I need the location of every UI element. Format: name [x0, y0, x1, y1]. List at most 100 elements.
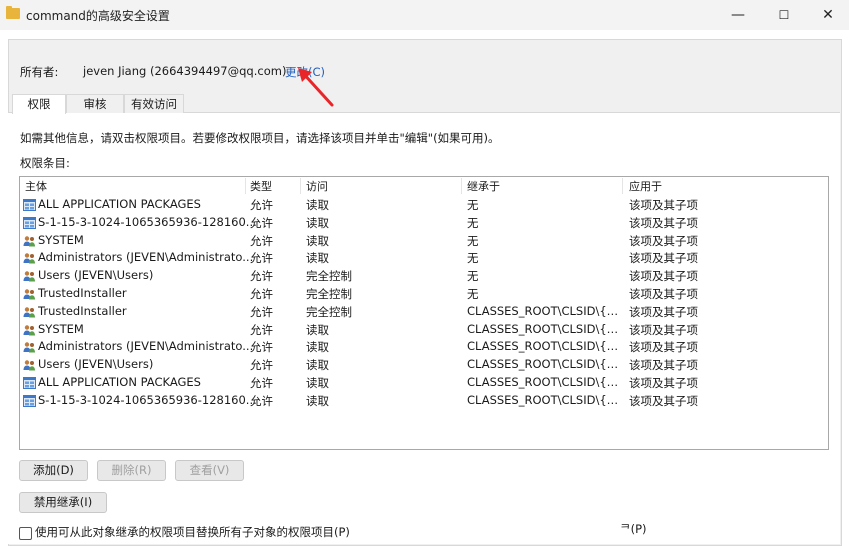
row-access: 完全控制: [306, 304, 352, 319]
disable-inheritance-button[interactable]: 禁用继承(I): [19, 492, 107, 513]
add-button[interactable]: 添加(D): [19, 460, 88, 481]
owner-value: jeven Jiang (2664394497@qq.com): [83, 64, 287, 78]
title-bar: command的高级安全设置 — ☐ ✕: [0, 0, 849, 30]
tab-effective-access[interactable]: 有效访问: [124, 94, 184, 113]
maximize-button[interactable]: ☐: [761, 0, 807, 30]
row-access: 读取: [306, 376, 329, 390]
row-inherited-from: 无: [467, 233, 479, 248]
column-inherited-from[interactable]: 继承于: [467, 178, 500, 194]
remove-button[interactable]: 删除(R): [97, 460, 166, 481]
partial-text: ᄏ(P): [620, 522, 647, 536]
row-access: 完全控制: [306, 269, 352, 284]
permission-row[interactable]: S-1-15-3-1024-1065365936-128160... 允许 读取 CL…: [20, 392, 826, 410]
row-applies-to: 该项及其子项: [629, 304, 698, 319]
info-text: 如需其他信息，请双击权限项目。若要修改权限项目，请选择该项目并单击"编辑"(如果…: [20, 131, 500, 145]
row-principal: Users (JEVEN\Users): [38, 268, 154, 283]
row-principal: SYSTEM: [38, 232, 84, 247]
row-applies-to: 该项及其子项: [629, 269, 698, 284]
row-access: 读取: [306, 198, 329, 212]
row-access: 读取: [306, 322, 329, 337]
permission-row[interactable]: ALL APPLICATION PACKAGES 允许 读取 无 该项及其子项: [20, 196, 826, 214]
row-principal: S-1-15-3-1024-1065365936-128160...: [38, 392, 257, 407]
owner-label: 所有者:: [20, 65, 59, 79]
row-access: 读取: [306, 251, 329, 266]
row-applies-to: 该项及其子项: [629, 358, 698, 373]
row-type: 允许: [250, 322, 273, 337]
permission-row[interactable]: SYSTEM 允许 读取 无 该项及其子项: [20, 232, 826, 250]
row-type: 允许: [250, 340, 273, 355]
permission-row[interactable]: ALL APPLICATION PACKAGES 允许 读取 CLASSES_ROOT…: [20, 374, 826, 392]
row-access: 读取: [306, 340, 329, 355]
row-principal: SYSTEM: [38, 321, 84, 336]
row-inherited-from: CLASSES_ROOT\CLSID\{52...: [467, 392, 621, 407]
row-inherited-from: 无: [467, 287, 479, 301]
permission-row[interactable]: TrustedInstaller 允许 完全控制 CLASSES_ROOT\CLSID…: [20, 303, 826, 321]
row-inherited-from: CLASSES_ROOT\CLSID\{52...: [467, 303, 621, 318]
close-button[interactable]: ✕: [805, 0, 849, 30]
row-applies-to: 该项及其子项: [629, 287, 698, 301]
row-type: 允许: [250, 233, 273, 248]
permission-row[interactable]: Users (JEVEN\Users) 允许 读取 CLASSES_ROOT\CLSI…: [20, 356, 826, 374]
entries-label: 权限条目:: [20, 156, 70, 170]
row-inherited-from: 无: [467, 198, 479, 212]
row-principal: Administrators (JEVEN\Administrato...: [38, 339, 254, 354]
app-packages-icon: [23, 377, 36, 389]
permission-row[interactable]: SYSTEM 允许 读取 CLASSES_ROOT\CLSID\{52... 该项及其子…: [20, 321, 826, 339]
row-applies-to: 该项及其子项: [629, 198, 698, 212]
column-applies-to[interactable]: 应用于: [629, 178, 662, 194]
row-type: 允许: [250, 198, 273, 212]
users-icon: [23, 307, 35, 318]
row-inherited-from: CLASSES_ROOT\CLSID\{52...: [467, 357, 621, 372]
users-icon: [23, 324, 35, 336]
row-applies-to: 该项及其子项: [629, 340, 698, 355]
window-title: command的高级安全设置: [26, 9, 170, 23]
users-icon: [23, 360, 35, 371]
users-icon: [23, 253, 35, 264]
row-applies-to: 该项及其子项: [629, 251, 698, 266]
permission-row[interactable]: S-1-15-3-1024-1065365936-128160... 允许 读取 无 该…: [20, 214, 826, 232]
minimize-button[interactable]: —: [715, 0, 761, 30]
users-icon: [23, 271, 35, 282]
row-inherited-from: 无: [467, 215, 479, 230]
column-principal[interactable]: 主体: [25, 178, 47, 194]
row-inherited-from: CLASSES_ROOT\CLSID\{52...: [467, 375, 621, 389]
row-type: 允许: [250, 304, 273, 319]
users-icon: [23, 289, 35, 300]
users-icon: [23, 235, 35, 247]
permission-row[interactable]: Administrators (JEVEN\Administrato... 允许 读…: [20, 249, 826, 267]
row-type: 允许: [250, 376, 273, 390]
row-type: 允许: [250, 251, 273, 266]
row-type: 允许: [250, 287, 273, 301]
column-type[interactable]: 类型: [250, 178, 272, 194]
row-type: 允许: [250, 358, 273, 373]
permission-row[interactable]: Users (JEVEN\Users) 允许 完全控制 无 该项及其子项: [20, 267, 826, 285]
row-principal: TrustedInstaller: [38, 286, 127, 300]
row-access: 完全控制: [306, 287, 352, 301]
row-access: 读取: [306, 358, 329, 373]
row-inherited-from: 无: [467, 251, 479, 266]
permission-row[interactable]: TrustedInstaller 允许 完全控制 无 该项及其子项: [20, 285, 826, 303]
column-access[interactable]: 访问: [306, 178, 328, 194]
row-applies-to: 该项及其子项: [629, 215, 698, 230]
row-principal: ALL APPLICATION PACKAGES: [38, 375, 201, 389]
row-access: 读取: [306, 393, 329, 408]
row-type: 允许: [250, 393, 273, 408]
permission-row[interactable]: Administrators (JEVEN\Administrato... 允许 读…: [20, 338, 826, 356]
tab-auditing[interactable]: 审核: [66, 94, 124, 113]
view-button[interactable]: 查看(V): [175, 460, 244, 481]
row-applies-to: 该项及其子项: [629, 393, 698, 408]
app-packages-icon: [23, 394, 36, 407]
row-inherited-from: 无: [467, 269, 479, 284]
users-icon: [23, 342, 35, 353]
row-principal: Users (JEVEN\Users): [38, 357, 154, 372]
app-packages-icon: [23, 216, 36, 229]
row-inherited-from: CLASSES_ROOT\CLSID\{52...: [467, 321, 621, 336]
row-type: 允许: [250, 215, 273, 230]
row-principal: Administrators (JEVEN\Administrato...: [38, 250, 254, 265]
app-packages-icon: [23, 199, 36, 211]
tab-permissions[interactable]: 权限: [12, 94, 66, 114]
row-principal: TrustedInstaller: [38, 303, 127, 318]
row-applies-to: 该项及其子项: [629, 322, 698, 337]
row-type: 允许: [250, 269, 273, 284]
replace-child-permissions-checkbox[interactable]: [19, 527, 32, 540]
